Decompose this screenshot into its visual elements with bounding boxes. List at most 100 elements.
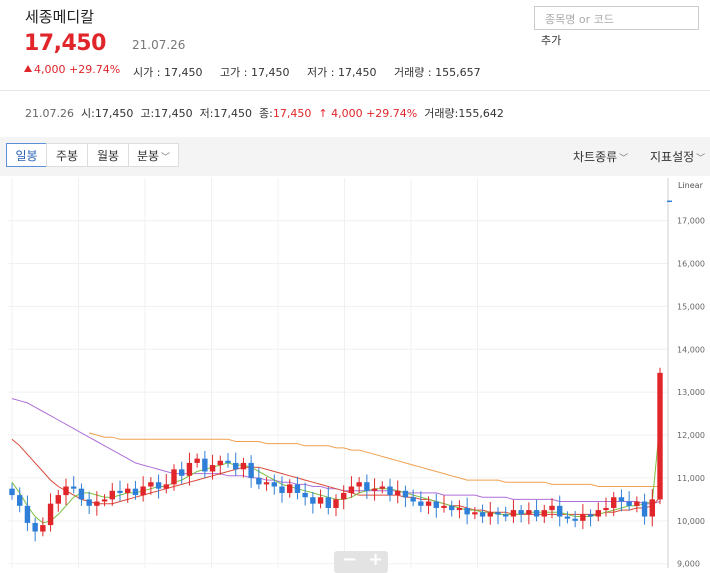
candle-body — [549, 505, 555, 511]
candle-body — [641, 501, 648, 517]
candle-body — [202, 458, 208, 472]
summary-volume: 155,642 — [458, 107, 504, 120]
candle-body — [78, 488, 85, 500]
add-button[interactable]: 추가 — [541, 32, 561, 48]
candle-body — [410, 497, 416, 502]
open-value: 17,450 — [163, 66, 203, 79]
y-tick-label: 12,000 — [677, 431, 705, 440]
candle-body — [132, 488, 139, 496]
zoom-in-icon[interactable]: + — [368, 549, 383, 570]
candle-body — [510, 510, 517, 517]
candle-body — [24, 505, 31, 523]
tab-monthly[interactable]: 월봉 — [87, 143, 129, 167]
summary-close: 17,450 — [272, 107, 312, 120]
candle-body — [109, 490, 115, 500]
divider — [0, 90, 710, 91]
y-tick-label: 17,000 — [677, 217, 705, 226]
candle-body — [580, 514, 586, 521]
tab-minute-label: 분봉 — [136, 149, 160, 163]
summary-high-label: 고 — [140, 107, 151, 120]
candle-body — [94, 501, 100, 506]
summary-low-label: 저 — [199, 107, 210, 120]
candle-body — [271, 482, 277, 487]
candle-body — [9, 488, 15, 496]
candle-body — [17, 495, 23, 506]
candle-body — [449, 505, 455, 511]
candle-body — [634, 501, 640, 506]
candle-body — [171, 469, 177, 485]
summary-low: 17,450 — [213, 107, 253, 120]
candle-body — [533, 510, 540, 517]
tab-daily[interactable]: 일봉 — [6, 143, 47, 167]
summary-close-label: 종 — [259, 107, 270, 120]
candle-body — [294, 484, 301, 493]
candle-body — [217, 460, 223, 466]
zoom-out-icon[interactable]: − — [342, 549, 357, 570]
candle-body — [179, 469, 185, 476]
candle-body — [263, 482, 270, 485]
candle-body — [518, 510, 524, 515]
search-input[interactable] — [543, 8, 697, 30]
candle-body — [611, 497, 617, 508]
chevron-down-icon: ﹀ — [619, 154, 629, 164]
candle-body — [402, 490, 409, 498]
candle-body — [472, 512, 478, 515]
candle-body — [618, 497, 625, 502]
summary-volume-label: 거래량 — [424, 107, 455, 120]
candle-body — [557, 505, 563, 517]
candle-body — [356, 482, 362, 487]
current-price: 17,450 — [24, 31, 106, 56]
candle-body — [595, 510, 601, 517]
high-label: 고가 — [220, 66, 241, 79]
candle-body — [225, 460, 231, 463]
candle-body — [55, 495, 61, 504]
chart-type-label: 차트종류 — [573, 150, 618, 164]
candle-body — [495, 512, 501, 515]
candle-body — [63, 486, 69, 496]
candle-body — [526, 510, 532, 515]
candle-body — [317, 497, 324, 504]
candle-body — [194, 458, 200, 463]
summary-open-label: 시 — [80, 107, 92, 120]
summary-percent: +29.74% — [366, 107, 418, 120]
candle-body — [425, 501, 432, 506]
candle-body — [163, 484, 169, 489]
price-chart[interactable]: 17,000 16,000 15,000 14,000 13,000 12,000 11,0… — [0, 178, 710, 568]
candle-body — [101, 499, 108, 502]
candle-body — [487, 512, 493, 517]
candle-body — [140, 486, 146, 496]
candle-body — [209, 465, 216, 472]
chevron-down-icon: ﹀ — [696, 154, 706, 164]
candle-body — [248, 462, 254, 478]
summary-high: 17,450 — [154, 107, 193, 120]
candle-body — [572, 518, 578, 521]
candle-body — [256, 477, 262, 485]
candle-body — [32, 522, 38, 532]
candle-body — [456, 507, 463, 511]
volume-value: 155,657 — [435, 66, 481, 79]
tab-minute[interactable]: 분봉 ﹀ — [128, 143, 179, 167]
candle-body — [40, 525, 46, 532]
summary-open: 17,450 — [94, 107, 134, 120]
candle-body — [155, 482, 162, 489]
candle-body — [649, 499, 655, 517]
open-label: 시가 — [133, 66, 154, 79]
y-tick-label: 14,000 — [677, 345, 705, 354]
candle-body — [148, 482, 154, 487]
change-amount: 4,000 — [34, 63, 66, 76]
tab-weekly[interactable]: 주봉 — [46, 143, 88, 167]
candle-body — [479, 512, 486, 517]
candle-body — [371, 488, 378, 491]
summary-date: 21.07.26 — [25, 107, 74, 120]
scale-label: Linear — [678, 181, 704, 190]
candle-body — [587, 514, 594, 517]
change-row: 4,000 +29.74% — [24, 63, 120, 76]
indicator-menu[interactable]: 지표설정 ﹀ — [650, 148, 705, 165]
summary-change: ↑ 4,000 — [318, 107, 363, 120]
chart-type-menu[interactable]: 차트종류 ﹀ — [573, 148, 628, 165]
low-value: 17,450 — [337, 66, 377, 79]
volume-label: 거래량 — [394, 66, 425, 79]
volume-stat: 거래량 : 155,657 — [394, 66, 481, 79]
chevron-down-icon: ﹀ — [161, 153, 171, 163]
ma60-line — [11, 398, 661, 505]
